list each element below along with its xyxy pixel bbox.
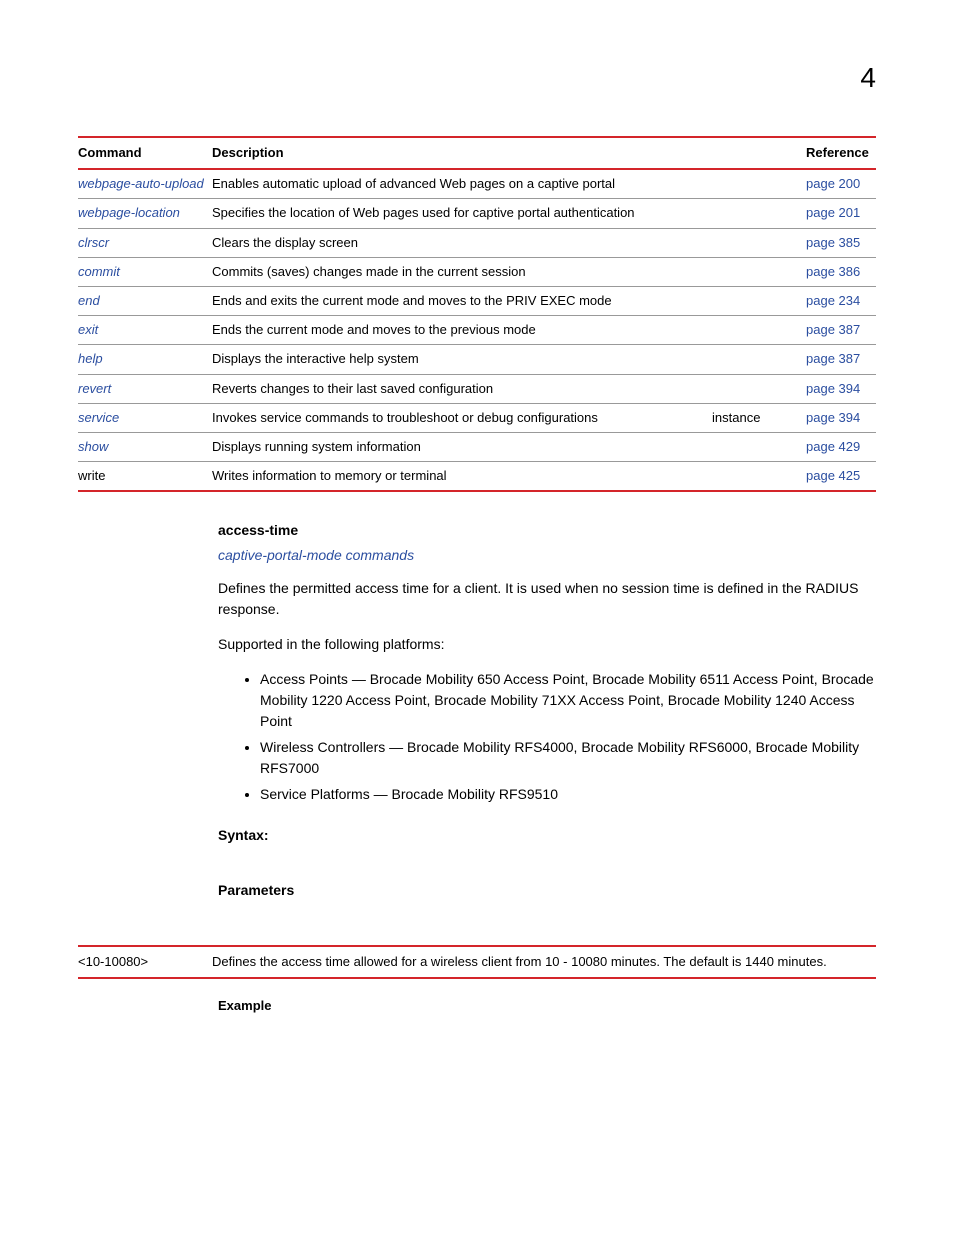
table-row: clrscrClears the display screenpage 385 (78, 228, 876, 257)
description-cell: Clears the display screen (212, 228, 806, 257)
table-row: serviceInvokes service commands to troub… (78, 403, 876, 432)
reference-link[interactable]: page 394 (806, 403, 876, 432)
reference-link[interactable]: page 200 (806, 169, 876, 199)
command-cell[interactable]: commit (78, 257, 212, 286)
command-table: Command Description Reference webpage-au… (78, 136, 876, 492)
description-cell: Writes information to memory or terminal (212, 462, 806, 492)
table-row: commitCommits (saves) changes made in th… (78, 257, 876, 286)
command-cell[interactable]: exit (78, 316, 212, 345)
param-description: Defines the access time allowed for a wi… (212, 946, 876, 978)
command-cell[interactable]: revert (78, 374, 212, 403)
list-item: Service Platforms — Brocade Mobility RFS… (260, 784, 876, 805)
command-cell[interactable]: webpage-auto-upload (78, 169, 212, 199)
section-description: Defines the permitted access time for a … (218, 578, 876, 620)
table-row: revertReverts changes to their last save… (78, 374, 876, 403)
table-row: webpage-locationSpecifies the location o… (78, 199, 876, 228)
table-row: exitEnds the current mode and moves to t… (78, 316, 876, 345)
parameters-heading: Parameters (218, 880, 876, 901)
description-cell: Displays running system information (212, 432, 806, 461)
table-row: helpDisplays the interactive help system… (78, 345, 876, 374)
platforms-list: Access Points — Brocade Mobility 650 Acc… (218, 669, 876, 805)
list-item: Wireless Controllers — Brocade Mobility … (260, 737, 876, 779)
parameters-table: <10-10080> Defines the access time allow… (78, 945, 876, 979)
table-row: showDisplays running system informationp… (78, 432, 876, 461)
description-cell: Commits (saves) changes made in the curr… (212, 257, 806, 286)
platforms-intro: Supported in the following platforms: (218, 634, 876, 655)
description-cell: Ends the current mode and moves to the p… (212, 316, 806, 345)
cross-reference-link[interactable]: captive-portal-mode commands (218, 545, 876, 566)
col-header-description: Description (212, 137, 806, 169)
description-cell: Displays the interactive help system (212, 345, 806, 374)
reference-link[interactable]: page 387 (806, 345, 876, 374)
list-item: Access Points — Brocade Mobility 650 Acc… (260, 669, 876, 732)
description-cell: Invokes service commands to troubleshoot… (212, 403, 806, 432)
reference-link[interactable]: page 234 (806, 286, 876, 315)
reference-link[interactable]: page 387 (806, 316, 876, 345)
chapter-number: 4 (860, 58, 876, 97)
col-header-command: Command (78, 137, 212, 169)
syntax-heading: Syntax: (218, 825, 876, 846)
reference-link[interactable]: page 425 (806, 462, 876, 492)
description-cell: Ends and exits the current mode and move… (212, 286, 806, 315)
description-cell: Reverts changes to their last saved conf… (212, 374, 806, 403)
command-cell[interactable]: clrscr (78, 228, 212, 257)
reference-link[interactable]: page 394 (806, 374, 876, 403)
example-heading: Example (218, 997, 876, 1015)
reference-link[interactable]: page 201 (806, 199, 876, 228)
command-cell: write (78, 462, 212, 492)
param-name: <10-10080> (78, 946, 212, 978)
command-cell[interactable]: service (78, 403, 212, 432)
description-cell: Enables automatic upload of advanced Web… (212, 169, 806, 199)
table-row: writeWrites information to memory or ter… (78, 462, 876, 492)
table-row: endEnds and exits the current mode and m… (78, 286, 876, 315)
command-cell[interactable]: webpage-location (78, 199, 212, 228)
table-row: webpage-auto-uploadEnables automatic upl… (78, 169, 876, 199)
reference-link[interactable]: page 385 (806, 228, 876, 257)
command-cell[interactable]: help (78, 345, 212, 374)
reference-link[interactable]: page 386 (806, 257, 876, 286)
section-body: access-time captive-portal-mode commands… (218, 520, 876, 901)
section-heading-access-time: access-time (218, 520, 876, 541)
description-cell: Specifies the location of Web pages used… (212, 199, 806, 228)
command-cell[interactable]: show (78, 432, 212, 461)
col-header-reference: Reference (806, 137, 876, 169)
command-cell[interactable]: end (78, 286, 212, 315)
reference-link[interactable]: page 429 (806, 432, 876, 461)
